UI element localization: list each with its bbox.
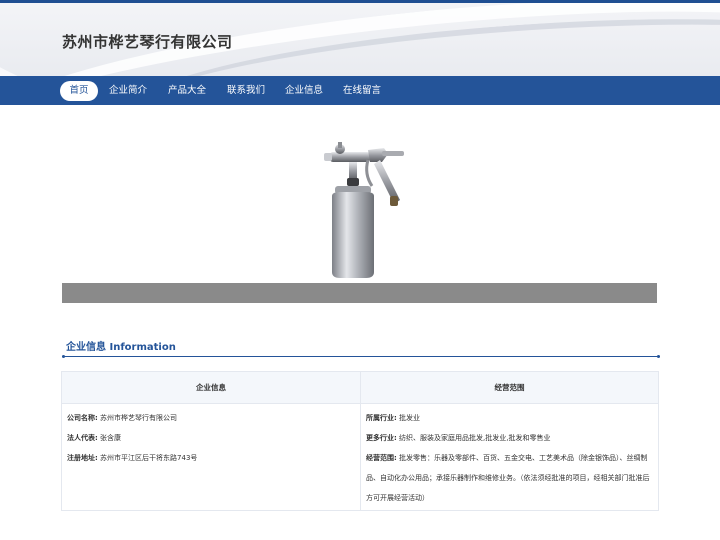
- banner-bar: [62, 283, 657, 303]
- more-industry-label: 更多行业:: [366, 434, 397, 442]
- site-title[interactable]: 苏州市桦艺琴行有限公司: [62, 31, 233, 52]
- column-header: 经营范围: [361, 372, 658, 404]
- company-name-label: 公司名称:: [67, 414, 98, 422]
- nav-item-message[interactable]: 在线留言: [340, 81, 384, 101]
- more-industry-row: 更多行业: 纺织、服装及家庭用品批发,批发业,批发和零售业: [366, 432, 551, 444]
- nav-item-home[interactable]: 首页: [60, 81, 98, 101]
- company-info-table: 企业信息 公司名称: 苏州市桦艺琴行有限公司 法人代表: 张含康 注册地址: 苏…: [61, 371, 659, 511]
- nav-item-about[interactable]: 企业简介: [106, 81, 150, 101]
- business-scope-column: 经营范围 所属行业: 批发业 更多行业: 纺织、服装及家庭用品批发,批发业,批发…: [361, 372, 658, 510]
- main-nav: 首页 企业简介 产品大全 联系我们 企业信息 在线留言: [0, 76, 720, 105]
- industry-row: 所属行业: 批发业: [366, 412, 420, 424]
- industry-value: 批发业: [399, 414, 421, 422]
- more-industry-value: 纺织、服装及家庭用品批发,批发业,批发和零售业: [399, 434, 551, 442]
- address-value: 苏州市平江区后干将东路743号: [100, 454, 198, 462]
- column-header: 企业信息: [62, 372, 360, 404]
- address-label: 注册地址:: [67, 454, 98, 462]
- industry-label: 所属行业:: [366, 414, 397, 422]
- legal-rep-row: 法人代表: 张含康: [67, 432, 121, 444]
- nav-item-company-info[interactable]: 企业信息: [282, 81, 326, 101]
- business-scope-label: 经营范围:: [366, 454, 397, 462]
- site-header: 苏州市桦艺琴行有限公司: [0, 0, 720, 76]
- address-row: 注册地址: 苏州市平江区后干将东路743号: [67, 452, 197, 464]
- legal-rep-value: 张含康: [100, 434, 122, 442]
- company-name-row: 公司名称: 苏州市桦艺琴行有限公司: [67, 412, 177, 424]
- spray-gun-icon: [324, 142, 404, 278]
- company-info-column: 企业信息 公司名称: 苏州市桦艺琴行有限公司 法人代表: 张含康 注册地址: 苏…: [62, 372, 361, 510]
- company-name-value: 苏州市桦艺琴行有限公司: [100, 414, 178, 422]
- legal-rep-label: 法人代表:: [67, 434, 98, 442]
- nav-item-contact[interactable]: 联系我们: [224, 81, 268, 101]
- section-divider: [62, 355, 660, 358]
- business-scope-row: 经营范围: 批发零售：乐器及零部件、百货、五金交电、工艺美术品（除金银饰品）、丝…: [366, 448, 654, 508]
- nav-item-products[interactable]: 产品大全: [165, 81, 209, 101]
- section-title: 企业信息 Information: [66, 342, 176, 353]
- business-scope-value: 批发零售：乐器及零部件、百货、五金交电、工艺美术品（除金银饰品）、丝绸制品、自动…: [366, 454, 650, 502]
